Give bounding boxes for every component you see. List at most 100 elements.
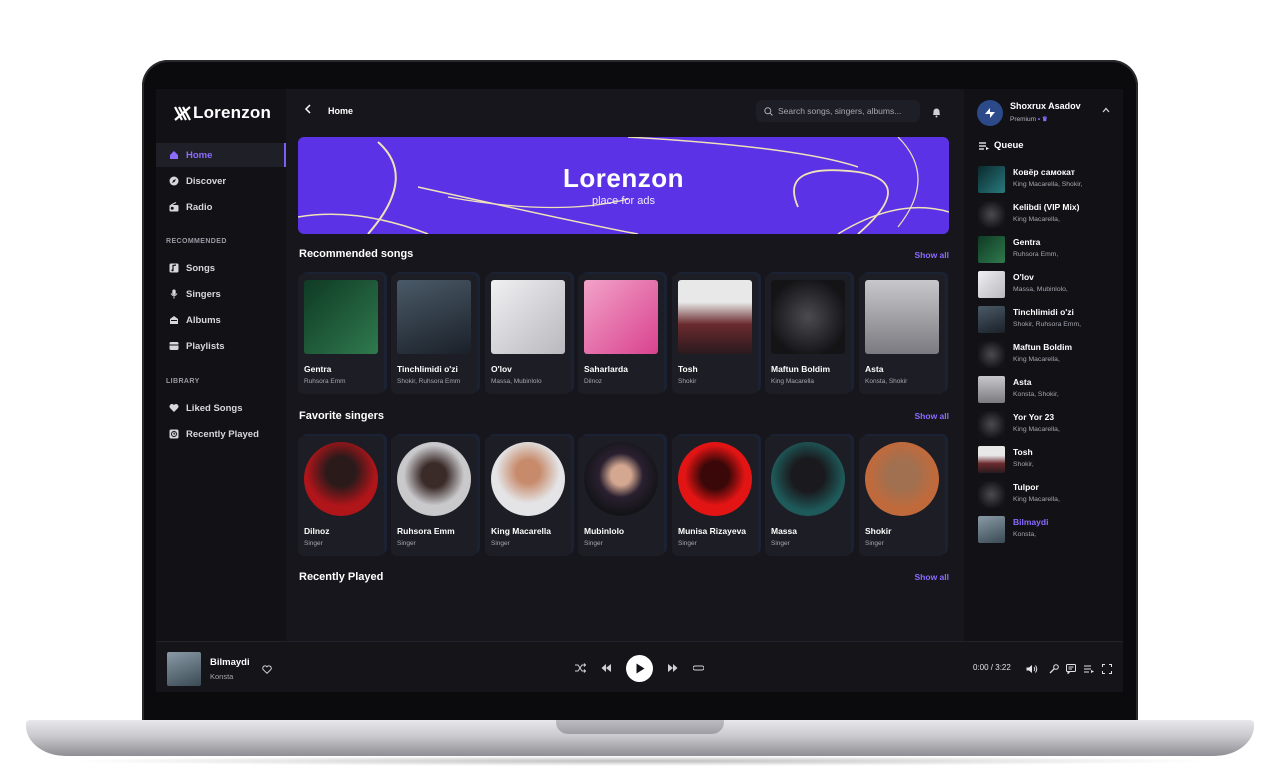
- song-card[interactable]: Maftun Boldim King Macarella: [765, 274, 851, 394]
- singer-photo: [865, 442, 939, 516]
- next-icon[interactable]: [667, 660, 678, 678]
- bell-icon[interactable]: [932, 105, 941, 123]
- queue-list-icon[interactable]: [1084, 661, 1094, 679]
- sidebar-item-home[interactable]: Home: [156, 143, 286, 167]
- sidebar-item-label: Home: [186, 149, 213, 161]
- dot-icon: •: [1037, 116, 1041, 123]
- app-screen: Lorenzon Home Discover Radio RECOMMENDED: [156, 89, 1123, 692]
- singer-photo: [304, 442, 378, 516]
- album-cover: [397, 280, 471, 354]
- sidebar-item-discover[interactable]: Discover: [156, 169, 286, 193]
- card-title: Saharlarda: [584, 364, 628, 374]
- queue-item-title: Tosh: [1013, 447, 1033, 457]
- sidebar-item-liked-songs[interactable]: Liked Songs: [156, 396, 286, 420]
- search-box[interactable]: [756, 100, 920, 122]
- show-all-singers[interactable]: Show all: [915, 411, 949, 421]
- card-subtitle: Massa, Mubinlolo: [491, 378, 542, 385]
- show-all-recommended[interactable]: Show all: [915, 250, 949, 260]
- laptop-shadow: [60, 756, 1220, 766]
- sidebar: Lorenzon Home Discover Radio RECOMMENDED: [156, 89, 286, 641]
- shuffle-icon[interactable]: [575, 660, 587, 678]
- singer-card[interactable]: Dilnoz Singer: [298, 436, 384, 556]
- user-logo-icon: [985, 108, 995, 118]
- queue-item[interactable]: O'lov Massa, Mubinlolo,: [978, 271, 1118, 301]
- card-title: Gentra: [304, 364, 332, 374]
- play-button[interactable]: [626, 655, 653, 682]
- queue-title: Queue: [994, 140, 1024, 151]
- song-card[interactable]: Tosh Shokir: [672, 274, 758, 394]
- sidebar-item-songs[interactable]: Songs: [156, 256, 286, 280]
- song-card[interactable]: O'lov Massa, Mubinlolo: [485, 274, 571, 394]
- card-subtitle: Ruhsora Emm: [304, 378, 346, 385]
- queue-item[interactable]: Kelibdi (VIP Mix) King Macarella,: [978, 201, 1118, 231]
- search-input[interactable]: [778, 106, 913, 116]
- card-title: Munisa Rizayeva: [678, 526, 747, 536]
- queue-item-title: Ковёр самокат: [1013, 167, 1075, 177]
- queue-item[interactable]: Tosh Shokir,: [978, 446, 1118, 476]
- queue-item-title: Asta: [1013, 377, 1032, 387]
- sidebar-item-playlists[interactable]: Playlists: [156, 334, 286, 358]
- card-title: Ruhsora Emm: [397, 526, 455, 536]
- queue-item-title: Bilmaydi: [1013, 517, 1049, 527]
- back-arrow-icon[interactable]: [304, 103, 312, 117]
- logo[interactable]: Lorenzon: [174, 103, 271, 123]
- queue-cover: [978, 236, 1005, 263]
- queue-item[interactable]: Tulpor King Macarella,: [978, 481, 1118, 511]
- card-title: Asta: [865, 364, 884, 374]
- singer-card[interactable]: King Macarella Singer: [485, 436, 571, 556]
- card-subtitle: Singer: [397, 540, 416, 547]
- singer-card[interactable]: Munisa Rizayeva Singer: [672, 436, 758, 556]
- singer-card[interactable]: Ruhsora Emm Singer: [391, 436, 477, 556]
- queue-icon: [979, 141, 989, 150]
- sidebar-item-singers[interactable]: Singers: [156, 282, 286, 306]
- sidebar-item-recently-played[interactable]: Recently Played: [156, 422, 286, 446]
- queue-item[interactable]: Tinchlimidi o'zi Shokir, Ruhsora Emm,: [978, 306, 1118, 336]
- volume-icon[interactable]: [1026, 661, 1038, 679]
- sidebar-item-label: Songs: [186, 262, 216, 274]
- song-card[interactable]: Tinchlimidi o'zi Shokir, Ruhsora Emm: [391, 274, 477, 394]
- queue-cover: [978, 481, 1005, 508]
- queue-item[interactable]: Gentra Ruhsora Emm,: [978, 236, 1118, 266]
- album-cover: [304, 280, 378, 354]
- previous-icon[interactable]: [601, 660, 612, 678]
- queue-item-artist: Massa, Mubinlolo,: [1013, 286, 1068, 293]
- sidebar-item-radio[interactable]: Radio: [156, 195, 286, 219]
- queue-cover: [978, 376, 1005, 403]
- queue-item-artist: Shokir, Ruhsora Emm,: [1013, 321, 1081, 328]
- queue-item[interactable]: Ковёр самокат King Macarella, Shokir,: [978, 166, 1118, 196]
- queue-item-playing[interactable]: Bilmaydi Konsta,: [978, 516, 1118, 546]
- singer-card[interactable]: Shokir Singer: [859, 436, 945, 556]
- song-card[interactable]: Saharlarda Dilnoz: [578, 274, 664, 394]
- queue-cover: [978, 411, 1005, 438]
- card-title: Shokir: [865, 526, 892, 536]
- card-title: Massa: [771, 526, 797, 536]
- queue-item-title: Yor Yor 23: [1013, 412, 1055, 422]
- song-card[interactable]: Asta Konsta, Shokir: [859, 274, 945, 394]
- avatar[interactable]: [977, 100, 1003, 126]
- singer-card[interactable]: Massa Singer: [765, 436, 851, 556]
- fullscreen-icon[interactable]: [1102, 661, 1112, 679]
- ad-banner[interactable]: Lorenzon place for ads: [298, 137, 949, 234]
- queue-item-artist: Ruhsora Emm,: [1013, 251, 1059, 258]
- show-all-recent[interactable]: Show all: [915, 572, 949, 582]
- card-subtitle: King Macarella: [771, 378, 814, 385]
- lyrics-icon[interactable]: [1066, 661, 1076, 679]
- card-subtitle: Singer: [865, 540, 884, 547]
- microphone-icon[interactable]: [1049, 661, 1059, 679]
- queue-item[interactable]: Asta Konsta, Shokir,: [978, 376, 1118, 406]
- queue-item[interactable]: Yor Yor 23 King Macarella,: [978, 411, 1118, 441]
- song-card[interactable]: Gentra Ruhsora Emm: [298, 274, 384, 394]
- play-icon: [636, 663, 644, 674]
- queue-cover: [978, 201, 1005, 228]
- chevron-up-icon[interactable]: [1102, 105, 1110, 115]
- queue-item-title: Maftun Boldim: [1013, 342, 1073, 352]
- heart-icon[interactable]: [262, 661, 272, 679]
- queue-item[interactable]: Maftun Boldim King Macarella,: [978, 341, 1118, 371]
- queue-item-artist: King Macarella, Shokir,: [1013, 181, 1083, 188]
- section-title-recommended: Recommended songs: [299, 248, 414, 260]
- laptop-notch: [556, 720, 724, 734]
- section-title-singers: Favorite singers: [299, 410, 384, 422]
- singer-card[interactable]: Mubinlolo Singer: [578, 436, 664, 556]
- sidebar-item-albums[interactable]: Albums: [156, 308, 286, 332]
- repeat-icon[interactable]: [692, 660, 705, 678]
